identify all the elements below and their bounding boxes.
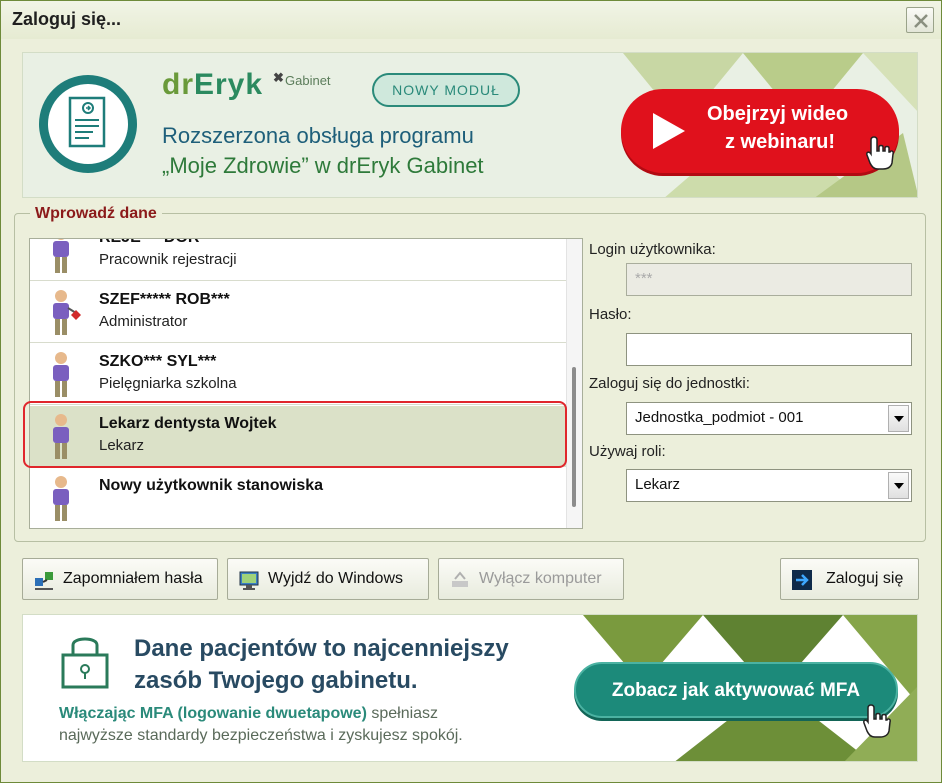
window-title: Zaloguj się... <box>12 9 122 29</box>
close-icon <box>914 14 928 28</box>
role-label: Używaj roli: <box>589 443 666 460</box>
shutdown-icon <box>452 571 468 587</box>
brand-sub: Gabinet <box>285 73 331 88</box>
monitor-icon <box>239 571 259 590</box>
login-button[interactable]: Zaloguj się <box>780 558 919 600</box>
brand-logo: drEryk <box>162 68 264 101</box>
close-button[interactable] <box>906 7 934 33</box>
play-icon <box>653 113 685 149</box>
new-module-badge: NOWY MODUŁ <box>372 73 520 107</box>
dropdown-arrow-button[interactable] <box>888 405 909 432</box>
list-item[interactable]: REJE*** DOR Pracownik rejestracji <box>30 239 568 281</box>
chevron-down-icon <box>894 483 904 489</box>
mfa-body-1: Włączając MFA (logowanie dwuetapowe) spe… <box>59 705 439 722</box>
unit-label: Zaloguj się do jednostki: <box>589 375 750 392</box>
login-dialog: Zaloguj się... drEryk ✖ Gabinet NOWY MOD… <box>0 0 942 783</box>
hand-cursor-icon <box>863 704 891 738</box>
watch-webinar-button[interactable]: Obejrzyj wideo z webinaru! <box>621 89 899 173</box>
list-item[interactable]: SZEF***** ROB*** Administrator <box>30 282 568 343</box>
list-item[interactable]: SZKO*** SYL*** Pielęgniarka szkolna <box>30 344 568 405</box>
webinar-banner[interactable]: drEryk ✖ Gabinet NOWY MODUŁ Rozszerzona … <box>22 52 918 198</box>
activate-mfa-button[interactable]: Zobacz jak aktywować MFA <box>574 662 898 718</box>
key-network-icon <box>35 572 53 590</box>
list-item[interactable]: Nowy użytkownik stanowiska <box>30 468 568 528</box>
login-field[interactable]: *** <box>626 263 912 296</box>
promo-line-2: „Moje Zdrowie” w drEryk Gabinet <box>162 153 484 178</box>
mfa-headline-2: zasób Twojego gabinetu. <box>134 667 418 694</box>
login-label: Login użytkownika: <box>589 241 716 258</box>
promo-line-1: Rozszerzona obsługa programu <box>162 123 474 148</box>
document-circle-icon <box>39 75 137 173</box>
role-select[interactable]: Lekarz <box>626 469 912 502</box>
mfa-body-2: najwyższe standardy bezpieczeństwa i zys… <box>59 727 463 744</box>
user-list[interactable]: REJE*** DOR Pracownik rejestracji SZEF**… <box>29 238 583 529</box>
user-icon <box>53 476 69 521</box>
group-legend: Wprowadź dane <box>30 205 162 223</box>
password-label: Hasło: <box>589 306 632 323</box>
shutdown-button[interactable]: Wyłącz komputer <box>438 558 624 600</box>
unit-select[interactable]: Jednostka_podmiot - 001 <box>626 402 912 435</box>
admin-user-icon <box>53 290 81 335</box>
user-icon <box>53 352 69 397</box>
selection-highlight <box>23 401 567 468</box>
dropdown-arrow-button[interactable] <box>888 472 909 499</box>
forgot-password-button[interactable]: Zapomniałem hasła <box>22 558 218 600</box>
title-bar: Zaloguj się... <box>1 1 941 39</box>
padlock-icon <box>61 637 109 689</box>
password-field[interactable] <box>626 333 912 366</box>
chevron-down-icon <box>894 416 904 422</box>
exit-to-windows-button[interactable]: Wyjdź do Windows <box>227 558 429 600</box>
hand-cursor-icon <box>866 136 894 170</box>
mfa-banner[interactable]: Dane pacjentów to najcenniejszy zasób Tw… <box>22 614 918 762</box>
user-icon <box>53 239 69 273</box>
scroll-thumb[interactable] <box>572 367 576 507</box>
list-scrollbar[interactable] <box>566 239 582 528</box>
brand-x: ✖ <box>273 70 284 85</box>
mfa-headline-1: Dane pacjentów to najcenniejszy <box>134 635 509 662</box>
login-arrow-icon <box>792 570 812 590</box>
